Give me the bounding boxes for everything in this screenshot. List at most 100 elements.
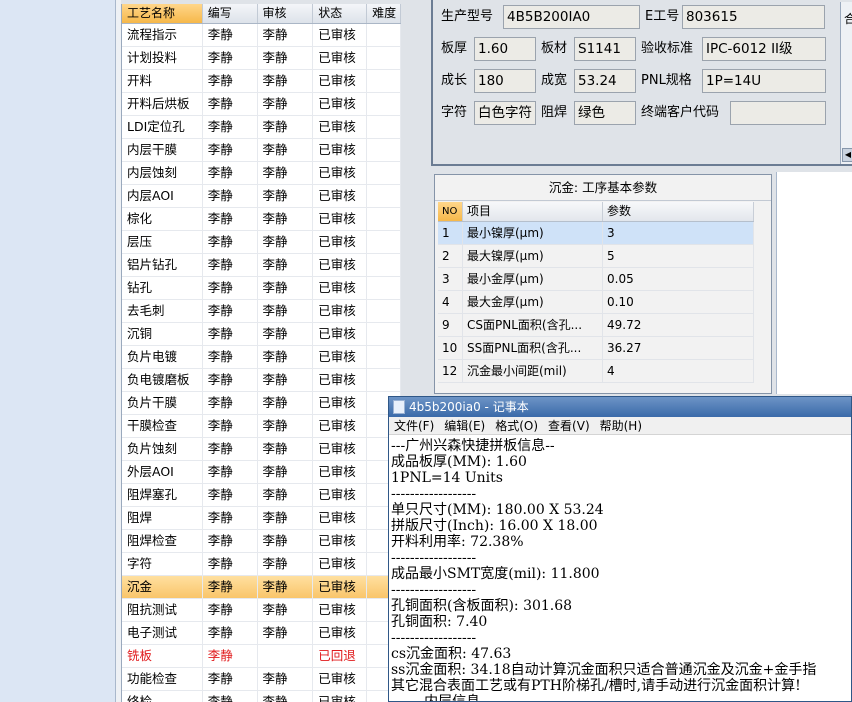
writer-cell: 李静 xyxy=(203,668,258,690)
notepad-line: ------------------ xyxy=(391,630,477,646)
writer-cell: 李静 xyxy=(203,254,258,276)
status-cell: 已审核 xyxy=(313,70,368,92)
thickness-field[interactable]: 1.60 xyxy=(474,37,536,61)
header-reviewer[interactable]: 审核 xyxy=(258,4,314,23)
reviewer-cell: 李静 xyxy=(258,208,314,230)
notepad-text-area[interactable]: ---广州兴森快捷拼板信息-- 成品板厚(MM): 1.60 1PNL=14 Uni… xyxy=(391,438,851,701)
process-name-cell: 层压 xyxy=(122,231,203,253)
scroll-left-icon[interactable]: ◀ xyxy=(842,148,852,162)
process-row[interactable]: 内层蚀刻 李静 李静 已审核 xyxy=(122,162,401,185)
menu-help[interactable]: 帮助(H) xyxy=(595,417,647,434)
process-row[interactable]: 阻焊塞孔 李静 李静 已审核 xyxy=(122,484,401,507)
pnl-field[interactable]: 1P=14U xyxy=(702,69,826,93)
process-row[interactable]: 阻抗测试 李静 李静 已审核 xyxy=(122,599,401,622)
mask-field[interactable]: 绿色 xyxy=(574,101,636,125)
process-row[interactable]: 电子测试 李静 李静 已审核 xyxy=(122,622,401,645)
param-row[interactable]: 2 最大镍厚(μm) 5 xyxy=(438,245,754,268)
reviewer-cell: 李静 xyxy=(258,47,314,69)
eno-label: E工号 xyxy=(645,9,680,24)
param-row[interactable]: 1 最小镍厚(μm) 3 xyxy=(438,222,754,245)
process-row[interactable]: 开料后烘板 李静 李静 已审核 xyxy=(122,93,401,116)
header-writer[interactable]: 编写 xyxy=(203,4,258,23)
notepad-line: 1PNL=14 Units xyxy=(391,470,503,486)
writer-cell: 李静 xyxy=(203,139,258,161)
menu-edit[interactable]: 编辑(E) xyxy=(439,417,490,434)
process-row[interactable]: 流程指示 李静 李静 已审核 xyxy=(122,24,401,47)
process-row[interactable]: 干膜检查 李静 李静 已审核 xyxy=(122,415,401,438)
process-grid[interactable]: 工艺名称 编写 审核 状态 难度 流程指示 李静 李静 已审核 计划投料 李静 李静 已审核开… xyxy=(121,4,401,702)
reviewer-cell: 李静 xyxy=(258,576,314,598)
process-row[interactable]: LDI定位孔 李静 李静 已审核 xyxy=(122,116,401,139)
process-row[interactable]: 钻孔 李静 李静 已审核 xyxy=(122,277,401,300)
param-no-cell: 10 xyxy=(438,337,463,359)
process-row[interactable]: 负电镀磨板 李静 李静 已审核 xyxy=(122,369,401,392)
standard-field[interactable]: IPC-6012 II级 xyxy=(702,37,826,61)
process-row[interactable]: 外层AOI 李静 李静 已审核 xyxy=(122,461,401,484)
param-no-cell: 1 xyxy=(438,222,463,244)
reviewer-cell: 李静 xyxy=(258,116,314,138)
process-row[interactable]: 铣板 李静 已回退 xyxy=(122,645,401,668)
param-table[interactable]: NO 项目 参数 1 最小镍厚(μm) 3 2 最大镍厚(μm) 5 3 最小金厚(μm) 0.… xyxy=(438,202,754,383)
model-field[interactable]: 4B5B200IA0 xyxy=(503,5,640,29)
eno-field[interactable]: 803615 xyxy=(682,5,825,29)
param-row[interactable]: 10 SS面PNL面积(含孔... 36.27 xyxy=(438,337,754,360)
param-item-cell: SS面PNL面积(含孔... xyxy=(463,337,603,359)
process-row[interactable]: 功能检查 李静 李静 已审核 xyxy=(122,668,401,691)
process-row[interactable]: 阻焊检查 李静 李静 已审核 xyxy=(122,530,401,553)
status-cell: 已审核 xyxy=(313,415,368,437)
param-header-item[interactable]: 项目 xyxy=(463,202,603,221)
process-row[interactable]: 去毛刺 李静 李静 已审核 xyxy=(122,300,401,323)
process-row[interactable]: 棕化 李静 李静 已审核 xyxy=(122,208,401,231)
process-row[interactable]: 沉铜 李静 李静 已审核 xyxy=(122,323,401,346)
process-row[interactable]: 内层干膜 李静 李静 已审核 xyxy=(122,139,401,162)
process-row[interactable]: 沉金 李静 李静 已审核 xyxy=(122,576,401,599)
param-table-body: 1 最小镍厚(μm) 3 2 最大镍厚(μm) 5 3 最小金厚(μm) 0.05 4 最大金厚(μ… xyxy=(438,222,754,383)
writer-cell: 李静 xyxy=(203,369,258,391)
process-row[interactable]: 终检 李静 李静 已审核 xyxy=(122,691,401,702)
char-label: 字符 xyxy=(441,105,468,120)
menu-view[interactable]: 查看(V) xyxy=(543,417,595,434)
process-name-cell: 功能检查 xyxy=(122,668,203,690)
param-no-cell: 2 xyxy=(438,245,463,267)
menu-format[interactable]: 格式(O) xyxy=(490,417,543,434)
material-field[interactable]: S1141 xyxy=(574,37,636,61)
notepad-line: -------内层信息----- xyxy=(391,694,851,701)
process-row[interactable]: 层压 李静 李静 已审核 xyxy=(122,231,401,254)
param-no-cell: 3 xyxy=(438,268,463,290)
customer-field[interactable] xyxy=(730,101,826,125)
param-item-cell: 沉金最小间距(mil) xyxy=(463,360,603,382)
notepad-line: 孔铜面积: 7.40 xyxy=(391,614,488,630)
width-field[interactable]: 53.24 xyxy=(574,69,636,93)
process-row[interactable]: 字符 李静 李静 已审核 xyxy=(122,553,401,576)
process-row[interactable]: 铝片钻孔 李静 李静 已审核 xyxy=(122,254,401,277)
char-field[interactable]: 白色字符 xyxy=(474,101,536,125)
process-row[interactable]: 阻焊 李静 李静 已审核 xyxy=(122,507,401,530)
process-row[interactable]: 负片电镀 李静 李静 已审核 xyxy=(122,346,401,369)
param-header-value[interactable]: 参数 xyxy=(603,202,754,221)
notepad-window[interactable]: 4b5b200ia0 - 记事本 文件(F) 编辑(E) 格式(O) 查看(V)… xyxy=(388,396,852,702)
process-row[interactable]: 负片蚀刻 李静 李静 已审核 xyxy=(122,438,401,461)
notepad-line: ------------------ xyxy=(391,582,477,598)
notepad-line: 成品最小SMT宽度(mil): 11.800 xyxy=(391,566,600,582)
header-process-name[interactable]: 工艺名称 xyxy=(122,4,203,23)
writer-cell: 李静 xyxy=(203,415,258,437)
notepad-titlebar[interactable]: 4b5b200ia0 - 记事本 xyxy=(389,397,851,417)
param-row[interactable]: 12 沉金最小间距(mil) 4 xyxy=(438,360,754,383)
param-row[interactable]: 9 CS面PNL面积(含孔... 49.72 xyxy=(438,314,754,337)
process-row[interactable]: 计划投料 李静 李静 已审核 xyxy=(122,47,401,70)
header-difficulty[interactable]: 难度 xyxy=(367,4,401,23)
param-row[interactable]: 4 最大金厚(μm) 0.10 xyxy=(438,291,754,314)
process-row[interactable]: 开料 李静 李静 已审核 xyxy=(122,70,401,93)
reviewer-cell: 李静 xyxy=(258,599,314,621)
notepad-line: 其它混合表面工艺或有PTH阶梯孔/槽时,请手动进行沉金面积计算! xyxy=(391,678,801,694)
header-status[interactable]: 状态 xyxy=(313,4,368,23)
menu-file[interactable]: 文件(F) xyxy=(389,417,439,434)
process-name-cell: 开料 xyxy=(122,70,203,92)
process-row[interactable]: 内层AOI 李静 李静 已审核 xyxy=(122,185,401,208)
length-field[interactable]: 180 xyxy=(474,69,536,93)
param-row[interactable]: 3 最小金厚(μm) 0.05 xyxy=(438,268,754,291)
process-row[interactable]: 负片干膜 李静 李静 已审核 xyxy=(122,392,401,415)
param-header-no[interactable]: NO xyxy=(438,202,463,221)
writer-cell: 李静 xyxy=(203,438,258,460)
process-name-cell: 内层干膜 xyxy=(122,139,203,161)
